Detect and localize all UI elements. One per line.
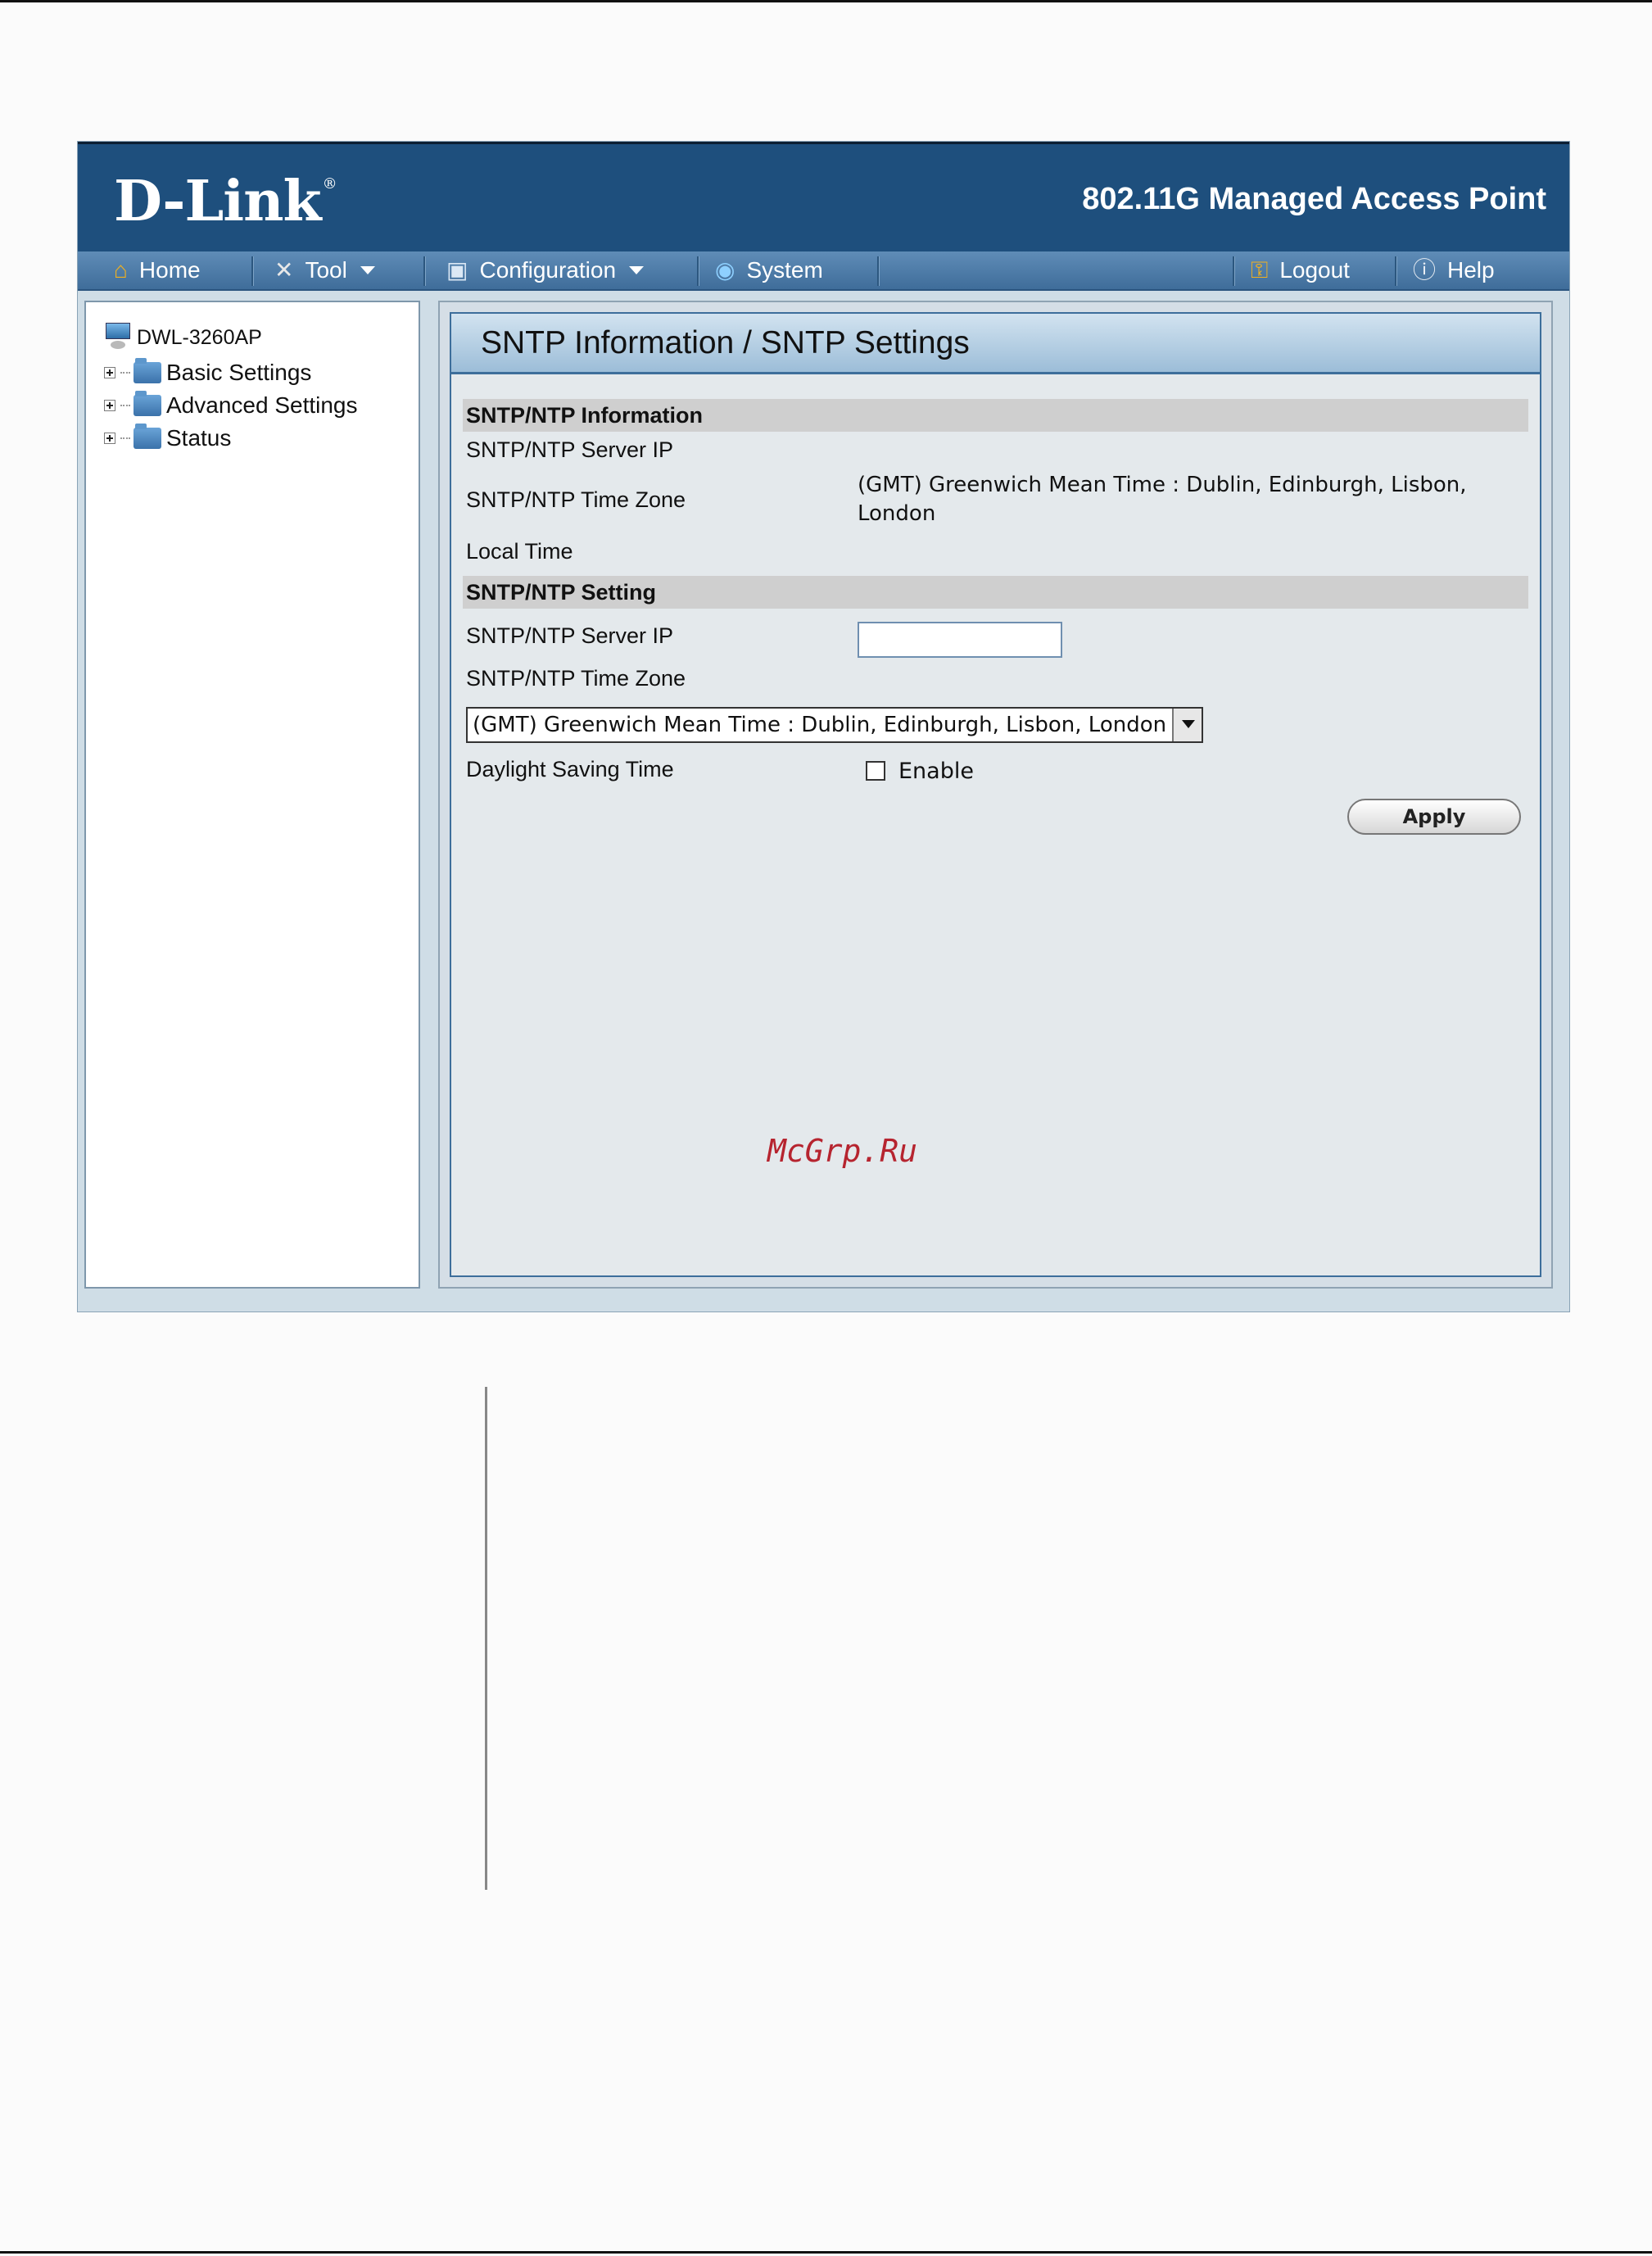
- info-time-zone-value: (GMT) Greenwich Mean Time : Dublin, Edin…: [858, 473, 1467, 526]
- dst-enable-label[interactable]: Enable: [898, 759, 974, 784]
- key-icon: ⚿: [1251, 257, 1269, 283]
- tree-connector: [120, 405, 130, 406]
- access-point-icon: [104, 321, 132, 354]
- menu-divider: [251, 256, 254, 286]
- save-disk-icon: ▣: [446, 257, 468, 283]
- sidebar-item-label: Advanced Settings: [166, 392, 358, 418]
- menu-divider: [877, 256, 880, 286]
- menu-configuration[interactable]: ▣ Configuration: [446, 251, 645, 289]
- system-globe-icon: ◉: [715, 257, 735, 283]
- menu-home-label: Home: [138, 257, 201, 283]
- watermark-text: McGrp.Ru: [767, 1133, 918, 1169]
- vertical-rule: [485, 1387, 487, 1890]
- menu-tool-label: Tool: [305, 257, 347, 283]
- menu-divider: [1395, 256, 1397, 286]
- setting-server-ip-label: SNTP/NTP Server IP: [466, 623, 674, 648]
- sidebar-item-label: Basic Settings: [166, 360, 312, 385]
- tool-icon: ✕: [274, 257, 294, 283]
- menu-system[interactable]: ◉ System: [715, 251, 823, 289]
- info-server-ip-label: SNTP/NTP Server IP: [466, 437, 674, 462]
- menu-home[interactable]: ⌂ Home: [114, 251, 201, 289]
- dst-label: Daylight Saving Time: [466, 757, 674, 781]
- info-local-time-label: Local Time: [466, 539, 573, 564]
- dropdown-arrow-icon[interactable]: [1172, 709, 1202, 741]
- menu-logout[interactable]: ⚿ Logout: [1251, 251, 1350, 289]
- time-zone-select[interactable]: (GMT) Greenwich Mean Time : Dublin, Edin…: [466, 707, 1203, 743]
- sidebar-tree: DWL-3260AP Basic Settings Advanced Setti…: [84, 301, 420, 1289]
- info-time-zone-label: SNTP/NTP Time Zone: [466, 487, 686, 512]
- content-frame: SNTP Information / SNTP Settings SNTP/NT…: [450, 312, 1541, 1277]
- menu-divider: [697, 256, 699, 286]
- menu-divider: [423, 256, 426, 286]
- menu-bar: ⌂ Home ✕ Tool ▣ Configuration ◉ System ⚿…: [78, 251, 1569, 291]
- menu-tool[interactable]: ✕ Tool: [274, 251, 375, 289]
- folder-icon: [134, 358, 161, 383]
- help-icon: ⓘ: [1413, 257, 1437, 283]
- dlink-logo: D-Link ®: [114, 169, 337, 234]
- app-window: D-Link ® 802.11G Managed Access Point ⌂ H…: [77, 141, 1570, 1312]
- sidebar-item-basic-settings[interactable]: Basic Settings: [104, 356, 358, 389]
- expand-plus-icon[interactable]: [104, 400, 115, 411]
- apply-button[interactable]: Apply: [1347, 799, 1521, 835]
- chevron-down-icon: [629, 266, 645, 274]
- menu-help-label: Help: [1447, 257, 1495, 283]
- section-heading-information: SNTP/NTP Information: [463, 399, 1528, 432]
- page-title-bar: SNTP Information / SNTP Settings: [451, 314, 1540, 374]
- top-rule: [0, 0, 1652, 2]
- menu-divider: [1233, 256, 1235, 286]
- tree-connector: [120, 437, 130, 439]
- product-title: 802.11G Managed Access Point: [1082, 182, 1546, 216]
- sidebar-item-label: Status: [166, 425, 232, 451]
- menu-help[interactable]: ⓘ Help: [1413, 251, 1495, 289]
- folder-icon: [134, 391, 161, 416]
- dst-enable-checkbox[interactable]: [866, 761, 885, 781]
- tree-root-device[interactable]: DWL-3260AP: [104, 319, 358, 356]
- setting-time-zone-label: SNTP/NTP Time Zone: [466, 666, 686, 691]
- page-title: SNTP Information / SNTP Settings: [481, 325, 970, 360]
- content-panel: SNTP Information / SNTP Settings SNTP/NT…: [438, 301, 1553, 1289]
- section-heading-setting: SNTP/NTP Setting: [463, 576, 1528, 609]
- chevron-down-icon: [360, 266, 375, 274]
- bottom-rule: [0, 2251, 1652, 2254]
- sidebar-item-advanced-settings[interactable]: Advanced Settings: [104, 389, 358, 422]
- tree-connector: [120, 372, 130, 374]
- navigation-tree: DWL-3260AP Basic Settings Advanced Setti…: [104, 319, 358, 455]
- folder-icon: [134, 424, 161, 449]
- tree-root-label: DWL-3260AP: [137, 325, 262, 349]
- menu-logout-label: Logout: [1279, 257, 1350, 283]
- expand-plus-icon[interactable]: [104, 433, 115, 444]
- menu-configuration-label: Configuration: [479, 257, 617, 283]
- time-zone-selected-value: (GMT) Greenwich Mean Time : Dublin, Edin…: [473, 713, 1167, 737]
- home-icon: ⌂: [114, 257, 128, 283]
- sidebar-item-status[interactable]: Status: [104, 422, 358, 455]
- menu-system-label: System: [746, 257, 823, 283]
- header-banner: D-Link ® 802.11G Managed Access Point: [78, 142, 1569, 251]
- expand-plus-icon[interactable]: [104, 367, 115, 378]
- server-ip-input[interactable]: [858, 622, 1062, 658]
